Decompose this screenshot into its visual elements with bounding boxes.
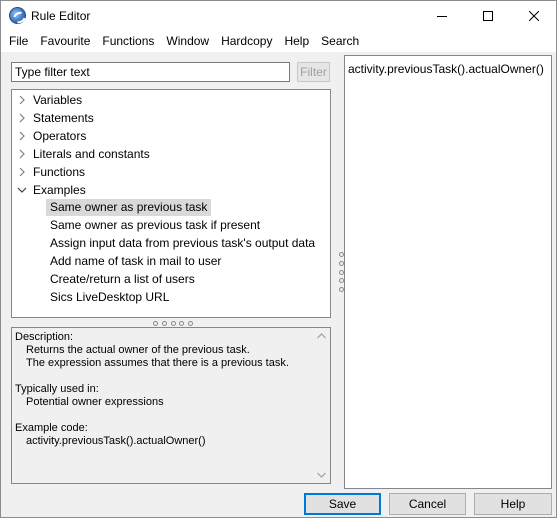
menu-hardcopy[interactable]: Hardcopy: [215, 31, 278, 52]
grip-dot-icon: [161, 320, 167, 326]
example-item-assign-input-data[interactable]: Assign input data from previous task's o…: [46, 235, 319, 252]
grip-dot-icon: [188, 320, 193, 326]
grip-dot-icon: [153, 320, 158, 326]
menu-bar: File Favourite Functions Window Hardcopy…: [1, 31, 556, 52]
used-in-heading: Typically used in:: [15, 383, 99, 395]
scroll-down-arrow-icon[interactable]: [317, 472, 326, 478]
horizontal-splitter-handle[interactable]: [153, 320, 193, 326]
grip-dot-icon: [338, 287, 344, 292]
tree-item-label: Statements: [33, 111, 94, 125]
function-tree[interactable]: Variables Statements Operators Literals …: [11, 89, 331, 318]
example-item-create-user-list[interactable]: Create/return a list of users: [46, 271, 199, 288]
tree-item-label: Examples: [33, 183, 86, 197]
description-heading: Description:: [15, 331, 74, 343]
description-pane: Description: Returns the actual owner of…: [11, 327, 331, 484]
menu-window[interactable]: Window: [160, 31, 215, 52]
menu-file[interactable]: File: [3, 31, 34, 52]
title-bar: Rule Editor: [1, 1, 556, 31]
app-logo-icon: [9, 7, 26, 24]
menu-help[interactable]: Help: [278, 31, 315, 52]
minimize-button[interactable]: [419, 1, 465, 31]
close-icon: [529, 11, 539, 21]
scroll-up-arrow-icon[interactable]: [317, 333, 326, 339]
menu-favourite[interactable]: Favourite: [34, 31, 96, 52]
description-line: The expression assumes that there is a p…: [26, 357, 289, 369]
filter-button[interactable]: Filter: [297, 62, 330, 82]
description-scrollbar[interactable]: [313, 328, 330, 483]
menu-functions[interactable]: Functions: [96, 31, 160, 52]
grip-dot-icon: [338, 269, 344, 275]
chevron-down-icon: [17, 187, 27, 193]
grip-dot-icon: [338, 278, 344, 284]
cancel-button[interactable]: Cancel: [389, 493, 466, 515]
rule-code-editor[interactable]: activity.previousTask().actualOwner(): [344, 55, 552, 489]
description-line: Returns the actual owner of the previous…: [26, 344, 250, 356]
grip-dot-icon: [338, 252, 344, 257]
save-button[interactable]: Save: [304, 493, 381, 515]
rule-editor-window: Rule Editor File Favourite Functions Win…: [0, 0, 557, 518]
grip-dot-icon: [338, 260, 344, 266]
menu-search[interactable]: Search: [315, 31, 365, 52]
chevron-right-icon: [19, 131, 25, 141]
example-item-same-owner[interactable]: Same owner as previous task: [46, 199, 212, 216]
maximize-button[interactable]: [465, 1, 511, 31]
minimize-icon: [437, 16, 447, 17]
filter-input[interactable]: [11, 62, 290, 82]
chevron-right-icon: [19, 149, 25, 159]
grip-dot-icon: [179, 320, 185, 326]
close-button[interactable]: [511, 1, 557, 31]
rule-code-text: activity.previousTask().actualOwner(): [348, 62, 544, 76]
used-in-value: Potential owner expressions: [26, 396, 164, 408]
tree-item-label: Variables: [33, 93, 83, 107]
description-text: Description: Returns the actual owner of…: [15, 331, 313, 448]
chevron-right-icon: [19, 113, 25, 123]
example-item-livedesktop-url[interactable]: Sics LiveDesktop URL: [46, 289, 173, 306]
grip-dot-icon: [170, 320, 176, 326]
example-item-add-task-name-mail[interactable]: Add name of task in mail to user: [46, 253, 225, 270]
example-code-heading: Example code:: [15, 422, 88, 434]
example-item-same-owner-if-present[interactable]: Same owner as previous task if present: [46, 217, 264, 234]
help-button[interactable]: Help: [474, 493, 552, 515]
chevron-right-icon: [19, 167, 25, 177]
chevron-right-icon: [19, 95, 25, 105]
example-code-value: activity.previousTask().actualOwner(): [26, 435, 206, 447]
window-title: Rule Editor: [31, 9, 91, 23]
maximize-icon: [483, 11, 493, 21]
tree-item-label: Literals and constants: [33, 147, 150, 161]
tree-item-label: Operators: [33, 129, 87, 143]
tree-item-label: Functions: [33, 165, 86, 179]
